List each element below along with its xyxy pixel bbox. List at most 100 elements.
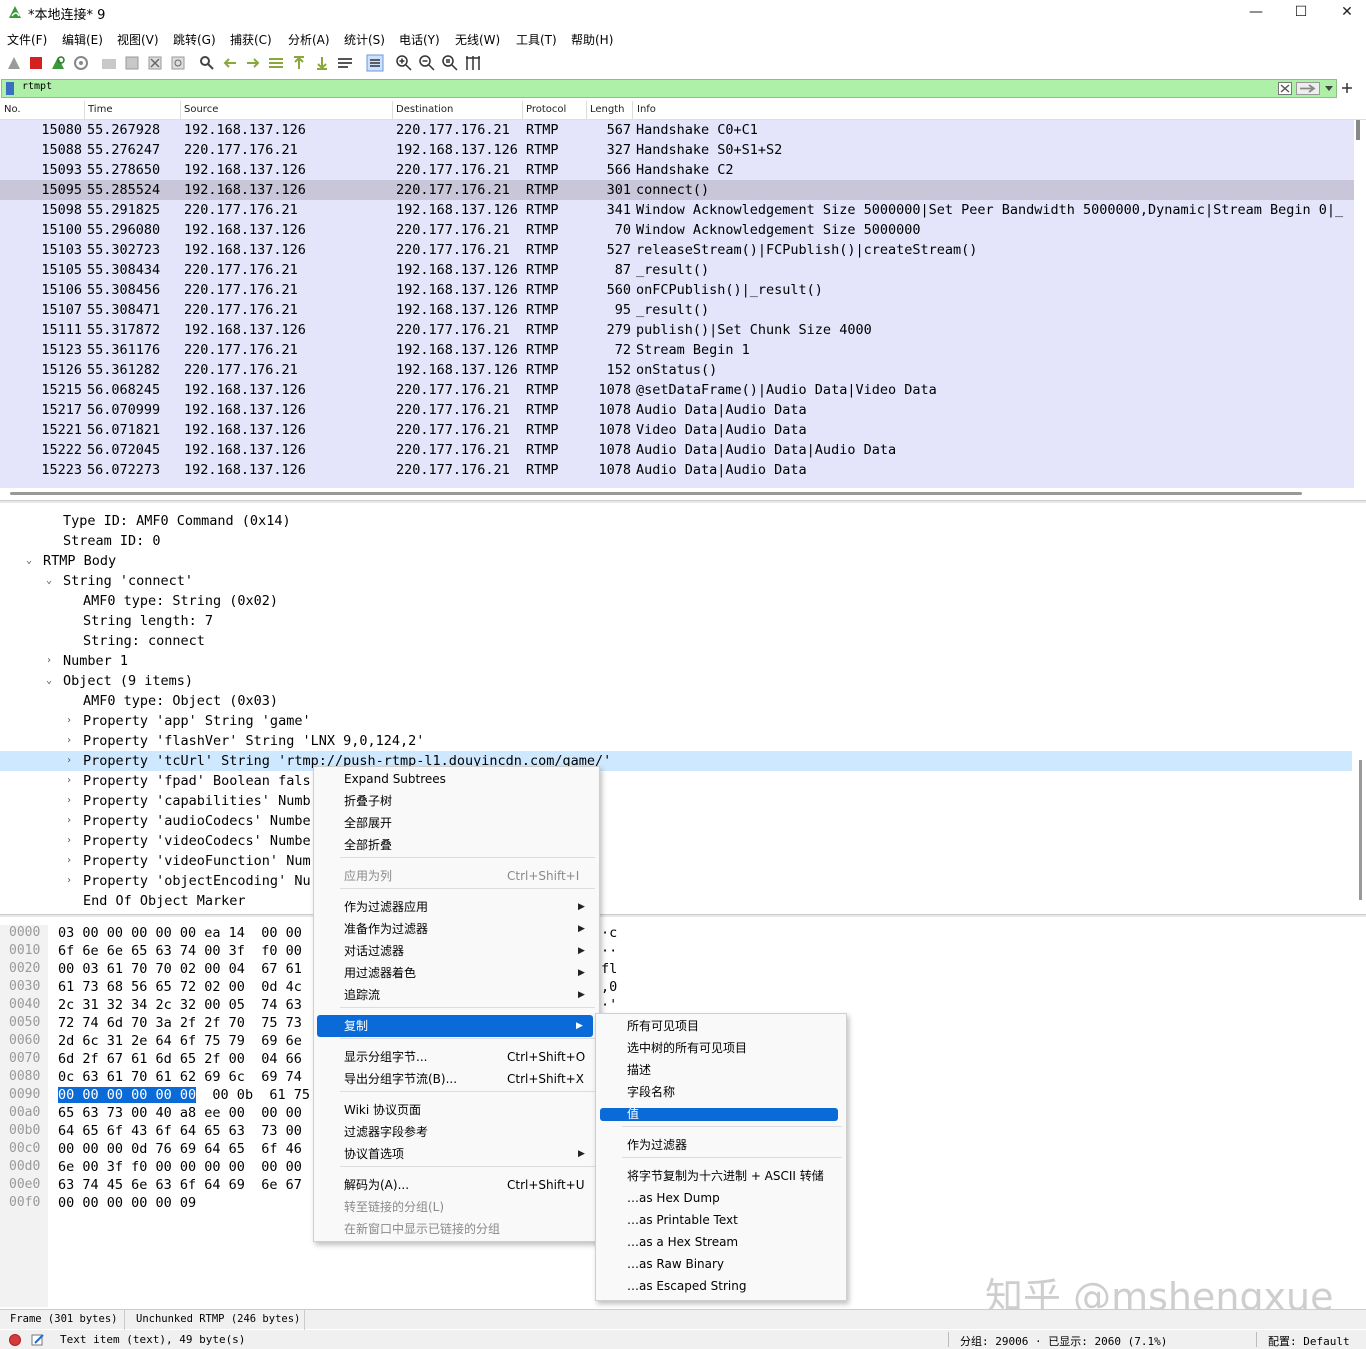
display-filter-input[interactable]: rtmpt [22, 81, 52, 92]
column-destination[interactable]: Destination [396, 104, 453, 115]
tree-node[interactable]: Type ID: AMF0 Command (0x14) [0, 511, 1352, 531]
packet-row[interactable]: 15106 55.308456 220.177.176.21 192.168.137.… [0, 280, 1354, 300]
pane-splitter[interactable] [0, 500, 1366, 503]
expand-arrow-icon[interactable]: › [66, 811, 72, 831]
tree-node[interactable]: ⌄ Object (9 items) [0, 671, 1352, 691]
tab-unchunked-rtmp[interactable]: Unchunked RTMP (246 bytes) [136, 1313, 300, 1325]
packet-row[interactable]: 15217 56.070999 192.168.137.126 220.177.176… [0, 400, 1354, 420]
selected-bytes[interactable]: 00 00 00 00 00 00 [58, 1087, 197, 1103]
display-filter-bar[interactable]: rtmpt [1, 79, 1337, 98]
packet-details-tree[interactable]: Type ID: AMF0 Command (0x14) Stream ID: 0… [0, 511, 1352, 911]
add-filter-button-icon[interactable] [1341, 82, 1353, 94]
packet-row[interactable]: 15215 56.068245 192.168.137.126 220.177.176… [0, 380, 1354, 400]
copy-menu-item[interactable]: 所有可见项目 [596, 1015, 846, 1037]
tree-node[interactable]: AMF0 type: Object (0x03) [0, 691, 1352, 711]
go-back-icon[interactable] [221, 54, 239, 72]
minimize-button[interactable]: — [1233, 0, 1279, 26]
collapse-arrow-icon[interactable]: ⌄ [46, 671, 52, 691]
packet-row[interactable]: 15105 55.308434 220.177.176.21 192.168.137.… [0, 260, 1354, 280]
apply-filter-icon[interactable] [1296, 82, 1320, 95]
hex-line[interactable]: 00 00 00 00 00 00 00 0b 61 75 [58, 1087, 310, 1103]
filter-dropdown-icon[interactable] [1324, 84, 1334, 93]
copy-menu-item[interactable]: 将字节复制为十六进制 + ASCII 转储 [596, 1165, 846, 1187]
packet-row[interactable]: 15098 55.291825 220.177.176.21 192.168.137.… [0, 200, 1354, 220]
packet-row[interactable]: 15103 55.302723 192.168.137.126 220.177.176… [0, 240, 1354, 260]
packet-row[interactable]: 15111 55.317872 192.168.137.126 220.177.176… [0, 320, 1354, 340]
hex-line[interactable]: 6e 00 3f f0 00 00 00 00 00 00 [58, 1159, 302, 1175]
expert-info-icon[interactable] [9, 1334, 21, 1346]
menu-statistics[interactable]: 统计(S) [344, 31, 385, 48]
hex-line[interactable]: 61 73 68 56 65 72 02 00 0d 4c [58, 979, 302, 995]
packet-row[interactable]: 15080 55.267928 192.168.137.126 220.177.176… [0, 120, 1354, 140]
tree-node[interactable]: End Of Object Marker [0, 891, 1352, 911]
hex-line[interactable]: 64 65 6f 43 6f 64 65 63 73 00 [58, 1123, 302, 1139]
tree-node[interactable]: String: connect [0, 631, 1352, 651]
tree-node[interactable]: › Number 1 [0, 651, 1352, 671]
expand-arrow-icon[interactable]: › [66, 751, 72, 771]
tree-node[interactable]: › Property 'tcUrl' String 'rtmp://push-rt… [0, 751, 1352, 771]
collapse-arrow-icon[interactable]: ⌄ [46, 571, 52, 591]
capture-options-icon[interactable] [72, 54, 90, 72]
zoom-in-icon[interactable] [395, 54, 413, 72]
tree-node[interactable]: ⌄ RTMP Body [0, 551, 1352, 571]
tree-node[interactable]: › Property 'fpad' Boolean fals [0, 771, 1352, 791]
expand-arrow-icon[interactable]: › [66, 791, 72, 811]
context-menu-item[interactable]: 折叠子树 [314, 790, 599, 812]
packet-list-hscrollbar[interactable] [10, 492, 1302, 495]
pane-splitter-2[interactable] [0, 914, 1366, 917]
packet-list[interactable]: 15080 55.267928 192.168.137.126 220.177.176… [0, 120, 1354, 486]
restart-capture-icon[interactable] [49, 54, 67, 72]
expand-arrow-icon[interactable]: › [66, 711, 72, 731]
resize-columns-icon[interactable] [464, 54, 482, 72]
column-no[interactable]: No. [4, 104, 21, 115]
tree-node[interactable]: AMF0 type: String (0x02) [0, 591, 1352, 611]
menu-capture[interactable]: 捕获(C) [230, 31, 272, 48]
context-menu-item[interactable]: 全部折叠 [314, 834, 599, 856]
context-menu-item[interactable]: 复制 ▶ [317, 1015, 593, 1037]
expand-arrow-icon[interactable]: › [66, 771, 72, 791]
hex-line[interactable]: 03 00 00 00 00 00 ea 14 00 00 [58, 925, 302, 941]
column-length[interactable]: Length [590, 104, 625, 115]
start-capture-icon[interactable] [5, 54, 23, 72]
copy-menu-item[interactable]: 值 [600, 1108, 838, 1121]
hex-line[interactable]: 6d 2f 67 61 6d 65 2f 00 04 66 [58, 1051, 302, 1067]
tree-node[interactable]: › Property 'videoFunction' Num [0, 851, 1352, 871]
context-menu-item[interactable]: Expand Subtrees [314, 768, 599, 790]
copy-menu-item[interactable]: …as a Hex Stream [596, 1231, 846, 1253]
bookmark-icon[interactable] [6, 82, 14, 95]
expand-arrow-icon[interactable]: › [66, 871, 72, 891]
clear-filter-icon[interactable] [1278, 82, 1292, 95]
copy-menu-item[interactable]: …as Escaped String [596, 1275, 846, 1297]
packet-row[interactable]: 15088 55.276247 220.177.176.21 192.168.137.… [0, 140, 1354, 160]
context-menu-item[interactable]: 作为过滤器应用 ▶ [314, 896, 599, 918]
column-info[interactable]: Info [637, 104, 656, 115]
hex-line[interactable]: 65 63 73 00 40 a8 ee 00 00 00 [58, 1105, 302, 1121]
menu-tools[interactable]: 工具(T) [516, 31, 557, 48]
hex-line[interactable]: 0c 63 61 70 61 62 69 6c 69 74 [58, 1069, 302, 1085]
expand-arrow-icon[interactable]: › [46, 651, 52, 671]
tree-node[interactable]: String length: 7 [0, 611, 1352, 631]
context-menu-item[interactable]: 对话过滤器 ▶ [314, 940, 599, 962]
menu-file[interactable]: 文件(F) [7, 31, 47, 48]
packet-row[interactable]: 15223 56.072273 192.168.137.126 220.177.176… [0, 460, 1354, 480]
context-menu-item[interactable]: 追踪流 ▶ [314, 984, 599, 1006]
copy-menu-item[interactable]: 字段名称 [596, 1081, 846, 1103]
context-menu-item[interactable]: 协议首选项 ▶ [314, 1143, 599, 1165]
tree-node[interactable]: › Property 'capabilities' Numb [0, 791, 1352, 811]
tree-node[interactable]: › Property 'audioCodecs' Numbe [0, 811, 1352, 831]
copy-menu-item[interactable]: …as Raw Binary [596, 1253, 846, 1275]
column-protocol[interactable]: Protocol [526, 104, 566, 115]
save-file-icon[interactable] [123, 54, 141, 72]
go-first-packet-icon[interactable] [290, 54, 308, 72]
tab-frame[interactable]: Frame (301 bytes) [10, 1313, 117, 1325]
tree-node[interactable]: › Property 'app' String 'game' [0, 711, 1352, 731]
expand-arrow-icon[interactable]: › [66, 831, 72, 851]
menu-analyze[interactable]: 分析(A) [288, 31, 330, 48]
context-menu-item[interactable]: 显示分组字节... Ctrl+Shift+O [314, 1046, 599, 1068]
hex-line[interactable]: 2c 31 32 34 2c 32 00 05 74 63 [58, 997, 302, 1013]
hex-line[interactable]: 00 00 00 0d 76 69 64 65 6f 46 [58, 1141, 302, 1157]
copy-menu-item[interactable]: …as Printable Text [596, 1209, 846, 1231]
close-file-icon[interactable] [146, 54, 164, 72]
zoom-out-icon[interactable] [418, 54, 436, 72]
packet-row[interactable]: 15222 56.072045 192.168.137.126 220.177.176… [0, 440, 1354, 460]
